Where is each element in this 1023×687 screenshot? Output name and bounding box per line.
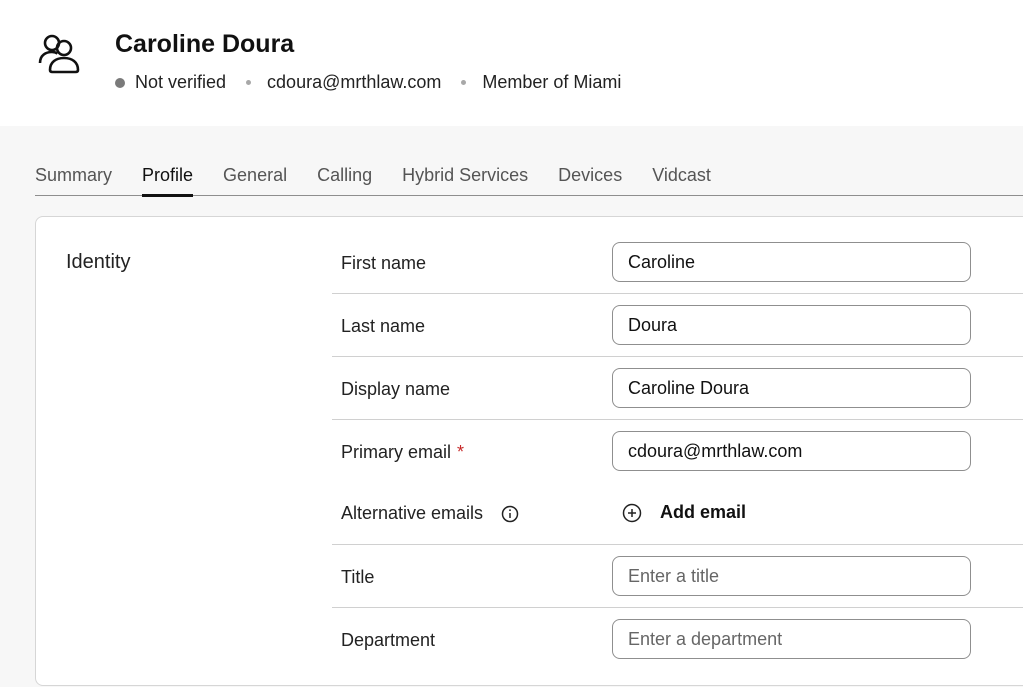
primary-email-field[interactable] bbox=[612, 431, 971, 471]
user-email: cdoura@mrthlaw.com bbox=[267, 72, 442, 92]
title-label: Title bbox=[341, 567, 375, 587]
verification-status: Not verified bbox=[135, 72, 227, 92]
department-label: Department bbox=[341, 630, 436, 650]
info-icon[interactable] bbox=[501, 505, 519, 523]
last-name-row: Last name bbox=[332, 294, 1023, 357]
department-row: Department bbox=[332, 608, 1023, 671]
first-name-row: First name bbox=[332, 229, 1023, 294]
alternative-emails-label-text: Alternative emails bbox=[341, 503, 484, 523]
add-email-label: Add email bbox=[660, 502, 747, 522]
plus-circle-icon bbox=[622, 503, 642, 522]
title-row: Title bbox=[332, 545, 1023, 608]
add-email-button[interactable]: Add email bbox=[622, 502, 746, 523]
user-meta: Not verified cdoura@mrthlaw.com Member o… bbox=[115, 72, 621, 93]
first-name-label: First name bbox=[341, 253, 427, 273]
alternative-emails-label: Alternative emails bbox=[341, 503, 519, 524]
primary-email-label-text: Primary email bbox=[341, 442, 452, 462]
display-name-label: Display name bbox=[341, 379, 451, 399]
primary-email-label: Primary email * bbox=[341, 442, 464, 463]
first-name-field[interactable] bbox=[612, 242, 971, 282]
status-dot bbox=[115, 77, 125, 88]
alternative-emails-row: Alternative emails Add email bbox=[332, 483, 1023, 545]
last-name-label: Last name bbox=[341, 316, 426, 336]
tab-summary[interactable]: Summary bbox=[35, 162, 112, 196]
user-name: Caroline Doura bbox=[115, 30, 295, 58]
user-header: Caroline Doura Not verified cdoura@mrthl… bbox=[0, 0, 1023, 126]
last-name-field[interactable] bbox=[612, 305, 971, 345]
tab-hybrid-services[interactable]: Hybrid Services bbox=[402, 162, 528, 196]
users-group-icon bbox=[38, 34, 80, 74]
identity-card: Identity First name Last name Display na… bbox=[35, 216, 1023, 686]
tab-devices[interactable]: Devices bbox=[558, 162, 622, 196]
title-field[interactable] bbox=[612, 556, 971, 596]
department-field[interactable] bbox=[612, 619, 971, 659]
separator-dot bbox=[246, 80, 252, 85]
tab-calling[interactable]: Calling bbox=[317, 162, 372, 196]
separator-dot bbox=[461, 80, 467, 85]
display-name-field[interactable] bbox=[612, 368, 971, 408]
primary-email-row: Primary email * bbox=[332, 420, 1023, 483]
user-membership: Member of Miami bbox=[482, 72, 622, 92]
profile-tabs: Summary Profile General Calling Hybrid S… bbox=[35, 162, 1023, 197]
display-name-row: Display name bbox=[332, 357, 1023, 420]
section-title: Identity bbox=[66, 251, 131, 273]
tab-general[interactable]: General bbox=[223, 162, 287, 196]
tab-profile[interactable]: Profile bbox=[142, 162, 194, 197]
tab-vidcast[interactable]: Vidcast bbox=[652, 162, 711, 196]
required-marker: * bbox=[457, 442, 465, 462]
